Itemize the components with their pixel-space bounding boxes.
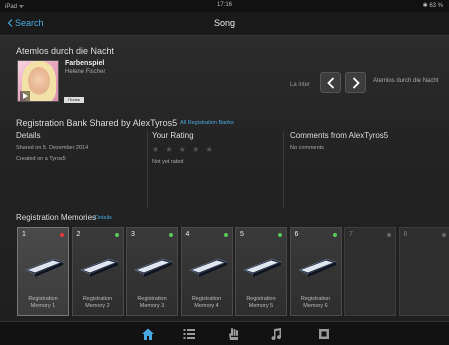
keyboard-thumbnail: [188, 250, 228, 280]
memory-number: 8: [403, 231, 408, 238]
memory-number: 7: [349, 231, 353, 238]
registration-memory-8[interactable]: 8: [398, 227, 449, 316]
registration-memory-7[interactable]: 7: [344, 227, 396, 316]
created-on: Created on a Tyros5: [16, 156, 66, 162]
chevron-right-icon: [352, 77, 360, 89]
previous-song-label: La inter: [290, 82, 311, 88]
album-art[interactable]: [17, 60, 59, 102]
artist-name: Helene Fischer: [65, 69, 106, 75]
shared-date: Shared on 5. Dezember 2014: [16, 145, 89, 151]
keyboard-thumbnail: [24, 250, 64, 280]
memory-label: Registration Memory 4: [191, 296, 222, 309]
rating-section: Your Rating ★ ★ ★ ★ ★ Not yet rated: [152, 131, 284, 209]
star-rating[interactable]: ★ ★ ★ ★ ★: [152, 145, 283, 154]
comments-status: No comments: [290, 145, 324, 151]
battery-status: ✱ 63 %: [422, 3, 443, 9]
tab-bar: [0, 321, 449, 345]
memories-title: Registration Memories: [16, 213, 97, 222]
memory-status-dot: [278, 233, 282, 237]
memories-details-link[interactable]: Details: [95, 215, 112, 221]
memory-label: Registration Memory 2: [82, 296, 113, 309]
bank-title: Registration Bank Shared by AlexTyros5: [16, 118, 178, 128]
registration-memory-list: 1 Registration Memory 1 2 Registration Memo…: [17, 227, 449, 317]
album-face: [28, 67, 50, 95]
memory-label: Registration Memory 5: [246, 296, 276, 309]
music-note-icon[interactable]: [269, 327, 283, 341]
rating-heading: Your Rating: [152, 131, 194, 140]
song-title: Atemlos durch die Nacht: [16, 46, 115, 56]
memory-number: 1: [22, 231, 26, 238]
memory-label: Registration Memory 1: [28, 296, 58, 309]
details-heading: Details: [16, 131, 41, 140]
list-icon[interactable]: [182, 327, 196, 341]
memory-status-dot: [332, 233, 337, 237]
chevron-left-icon: [327, 77, 335, 89]
settings-icon[interactable]: [317, 327, 331, 341]
previous-song-button[interactable]: [320, 72, 341, 93]
status-bar: iPad ᯤ 17:16 ✱ 63 %: [0, 0, 449, 12]
registration-memory-4[interactable]: 4 Registration Memory 4: [180, 227, 233, 316]
status-time: 17:16: [216, 2, 232, 8]
registration-memory-1[interactable]: 1 Registration Memory 1: [17, 227, 69, 316]
all-banks-link[interactable]: All Registration Banks: [180, 120, 234, 126]
song-detail: Atemlos durch die Nacht Farbenspiel Hele…: [0, 36, 449, 321]
registration-memory-5[interactable]: 5 Registration Memory 5: [235, 227, 287, 316]
keyboard-thumbnail: [79, 250, 119, 280]
memory-status-dot: [169, 233, 173, 237]
album-title: Farbenspiel: [65, 60, 105, 67]
memory-number: 5: [240, 231, 244, 238]
memory-status-dot: [441, 233, 446, 237]
registration-memory-6[interactable]: 6 Registration Memory 6: [289, 227, 342, 316]
memory-status-dot: [60, 233, 64, 237]
itunes-badge[interactable]: iTunes: [64, 97, 84, 103]
next-song-label: Atemlos durch die Nacht: [373, 78, 439, 84]
home-icon[interactable]: [141, 327, 155, 341]
memory-label: Registration Memory 6: [300, 296, 331, 309]
comments-section: Comments from AlexTyros5 No comments: [290, 131, 440, 209]
navigation-bar: Search Song: [0, 12, 449, 36]
memory-number: 4: [185, 231, 190, 238]
next-song-button[interactable]: [345, 72, 366, 93]
memory-status-dot: [387, 233, 391, 237]
registration-memory-2[interactable]: 2 Registration Memory 2: [71, 227, 124, 316]
memory-status-dot: [223, 233, 228, 237]
comments-heading: Comments from AlexTyros5: [290, 131, 389, 140]
keyboard-hand-icon[interactable]: [226, 327, 240, 341]
memory-number: 3: [131, 231, 135, 238]
play-icon[interactable]: [20, 91, 30, 101]
memory-number: 2: [76, 231, 81, 238]
keyboard-thumbnail: [242, 250, 282, 280]
keyboard-thumbnail: [297, 250, 337, 280]
memory-label: Registration Memory 3: [137, 296, 167, 309]
registration-memory-3[interactable]: 3 Registration Memory 3: [126, 227, 178, 316]
memory-status-dot: [114, 233, 119, 237]
page-title: Song: [213, 18, 236, 28]
details-section: Details Shared on 5. Dezember 2014 Creat…: [16, 131, 148, 209]
rating-status: Not yet rated: [152, 159, 184, 165]
keyboard-thumbnail: [133, 250, 173, 280]
memory-number: 6: [294, 231, 299, 238]
